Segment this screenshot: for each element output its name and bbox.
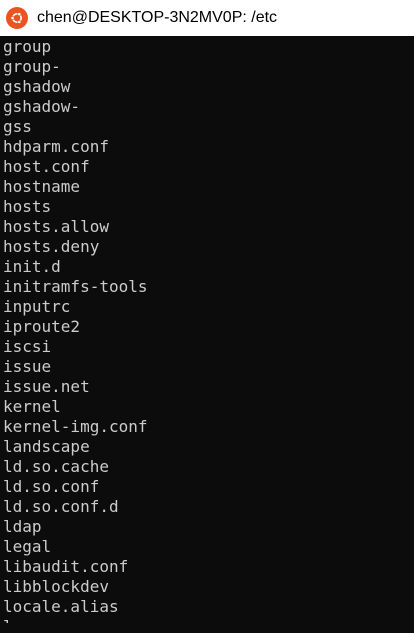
- output-line: ld.so.cache: [3, 457, 109, 476]
- output-line: kernel-img.conf: [3, 417, 148, 436]
- output-line: landscape: [3, 437, 90, 456]
- output-line: libaudit.conf: [3, 557, 129, 576]
- ubuntu-icon[interactable]: [6, 7, 28, 29]
- output-line: libblockdev: [3, 577, 109, 596]
- output-line: locale.alias: [3, 597, 119, 616]
- ubuntu-logo-icon: [10, 12, 22, 24]
- output-line: group-: [3, 57, 61, 76]
- output-line: hosts.allow: [3, 217, 109, 236]
- title-bar[interactable]: chen@DESKTOP-3N2MV0P: /etc: [0, 0, 414, 36]
- output-line: hosts: [3, 197, 52, 216]
- output-line: host.conf: [3, 157, 90, 176]
- output-line: hosts.deny: [3, 237, 100, 256]
- output-line: initramfs-tools: [3, 277, 148, 296]
- output-line: ld.so.conf.d: [3, 497, 119, 516]
- output-line: ld.so.conf: [3, 477, 100, 496]
- terminal-output[interactable]: group group- gshadow gshadow- gss hdparm…: [0, 36, 414, 633]
- output-line: iproute2: [3, 317, 81, 336]
- output-line: gshadow-: [3, 97, 81, 116]
- output-line: iscsi: [3, 337, 52, 356]
- output-line: init.d: [3, 257, 61, 276]
- output-line-partial: l: [3, 617, 414, 623]
- output-line: group: [3, 37, 52, 56]
- output-line: kernel: [3, 397, 61, 416]
- output-line: legal: [3, 537, 52, 556]
- window-title: chen@DESKTOP-3N2MV0P: /etc: [37, 9, 278, 26]
- output-line: hdparm.conf: [3, 137, 109, 156]
- output-line: inputrc: [3, 297, 71, 316]
- output-line: issue.net: [3, 377, 90, 396]
- output-line: gss: [3, 117, 32, 136]
- output-line: gshadow: [3, 77, 71, 96]
- output-line: hostname: [3, 177, 81, 196]
- terminal-window: chen@DESKTOP-3N2MV0P: /etc group group- …: [0, 0, 414, 633]
- output-line: issue: [3, 357, 52, 376]
- output-line: ldap: [3, 517, 42, 536]
